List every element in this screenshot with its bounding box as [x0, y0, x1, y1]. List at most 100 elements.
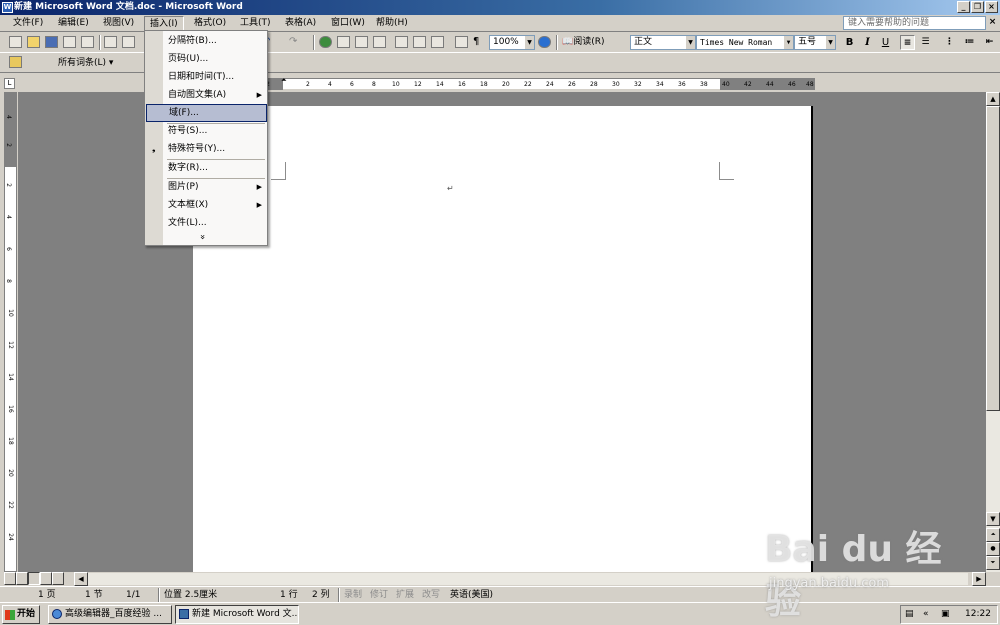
zoom-value: 100%	[493, 37, 519, 47]
status-overtype[interactable]: 改写	[422, 589, 440, 601]
ruler-mark: 22	[6, 501, 14, 509]
ruler-mark: 14	[6, 373, 14, 381]
print-icon[interactable]	[104, 36, 117, 48]
close-button[interactable]: ×	[985, 1, 998, 13]
menu-item-text-box[interactable]: 文本框(X) ▶	[146, 196, 267, 214]
menu-item-page-numbers[interactable]: 页码(U)...	[146, 50, 267, 68]
word-icon	[179, 609, 189, 619]
align-justify-icon[interactable]: ≡	[900, 35, 915, 50]
horizontal-ruler[interactable]: ⏶ 2 2 4 6 8 10 12 14 16 18 20 22 24 26 2…	[195, 76, 815, 90]
format-painter-icon[interactable]: ¶	[473, 36, 486, 48]
open-folder-icon[interactable]	[27, 36, 40, 48]
normal-view-icon[interactable]	[4, 572, 16, 585]
vertical-ruler[interactable]: 4 2 2 4 6 8 10 12 14 16 18 20 22 24	[4, 92, 17, 572]
insert-excel-icon[interactable]	[373, 36, 386, 48]
task-browser[interactable]: 高级编辑器_百度经验 ...	[48, 605, 172, 624]
task-word[interactable]: 新建 Microsoft Word 文...	[175, 605, 299, 624]
permission-icon[interactable]	[63, 36, 76, 48]
menu-item-special-symbol[interactable]: ❟ 特殊符号(Y)...	[146, 140, 267, 158]
ruler-mark: 2	[306, 81, 310, 88]
menu-item-break[interactable]: 分隔符(B)...	[146, 32, 267, 50]
decrease-indent-icon[interactable]: ⇤	[982, 35, 997, 50]
print-preview-icon[interactable]	[122, 36, 135, 48]
browse-object-icon[interactable]: ●	[986, 542, 1000, 556]
restore-button[interactable]: ❐	[971, 1, 984, 13]
menu-item-autotext[interactable]: 自动图文集(A) ▶	[146, 86, 267, 104]
ruler-mark: 18	[6, 437, 14, 445]
outline-view-icon[interactable]	[40, 572, 52, 585]
status-extend[interactable]: 扩展	[396, 589, 414, 601]
task-label: 新建 Microsoft Word 文...	[192, 609, 299, 619]
help-search-input[interactable]: 键入需要帮助的问题	[843, 16, 986, 30]
font-size-select[interactable]: 五号 ▼	[794, 35, 836, 50]
status-track-changes[interactable]: 修订	[370, 589, 388, 601]
email-icon[interactable]	[81, 36, 94, 48]
ruler-mark: 12	[6, 341, 14, 349]
minimize-button[interactable]: _	[957, 1, 970, 13]
scroll-down-icon[interactable]: ▼	[986, 512, 1000, 526]
italic-button[interactable]: I	[860, 35, 875, 50]
all-entries-button[interactable]: 所有词条(L) ▾	[58, 56, 113, 70]
help-icon[interactable]	[538, 36, 551, 48]
first-line-indent-icon[interactable]: ⏶	[281, 76, 287, 85]
menu-view[interactable]: 视图(V)	[98, 16, 139, 31]
menu-tools[interactable]: 工具(T)	[235, 16, 276, 31]
menu-item-symbol[interactable]: 符号(S)...	[146, 122, 267, 140]
start-button[interactable]: 开始	[2, 605, 40, 624]
tab-selector-icon[interactable]: L	[4, 78, 15, 89]
status-record[interactable]: 录制	[344, 589, 362, 601]
menu-item-number[interactable]: 数字(R)...	[146, 159, 267, 177]
menu-insert[interactable]: 插入(I)	[144, 16, 184, 31]
style-select[interactable]: 正文 ▼	[630, 35, 696, 50]
columns-icon[interactable]	[395, 36, 408, 48]
bullet-list-icon[interactable]: ≔	[962, 35, 977, 50]
bold-button[interactable]: B	[842, 35, 857, 50]
hyperlink-icon[interactable]	[319, 36, 332, 48]
title-bar[interactable]: W 新建 Microsoft Word 文档.doc - Microsoft W…	[0, 0, 1000, 15]
scroll-up-icon[interactable]: ▲	[986, 92, 1000, 106]
insert-table-icon[interactable]	[355, 36, 368, 48]
underline-button[interactable]: U	[878, 35, 893, 50]
redo-icon[interactable]: ↷	[289, 36, 302, 48]
baidu-logo: Bai du 经验	[765, 529, 942, 622]
web-view-icon[interactable]	[16, 572, 28, 585]
show-hide-icon[interactable]	[455, 36, 468, 48]
status-section: 1 节	[85, 590, 103, 600]
read-mode-button[interactable]: 📖阅读(R)	[562, 36, 605, 49]
clock[interactable]: 12:22	[965, 606, 991, 623]
menu-item-field[interactable]: 域(F)...	[146, 104, 267, 122]
submenu-arrow-icon: ▶	[256, 183, 262, 191]
align-center-icon[interactable]: ☰	[918, 35, 933, 50]
menu-item-date-time[interactable]: 日期和时间(T)...	[146, 68, 267, 86]
browser-icon	[52, 609, 62, 619]
scroll-right-icon[interactable]: ▶	[972, 572, 986, 586]
menu-item-picture[interactable]: 图片(P) ▶	[146, 178, 267, 196]
document-page[interactable]: ↵	[193, 106, 813, 572]
expand-menu-icon[interactable]: »	[197, 234, 207, 240]
word-icon: W	[2, 2, 13, 13]
previous-page-icon[interactable]: ⏶	[986, 528, 1000, 542]
tables-borders-icon[interactable]	[337, 36, 350, 48]
drawing-icon[interactable]	[413, 36, 426, 48]
scroll-thumb[interactable]	[986, 106, 1000, 411]
document-close-icon[interactable]: ×	[987, 17, 998, 28]
autotext-icon[interactable]	[9, 56, 22, 68]
reading-view-icon[interactable]	[52, 572, 64, 585]
menu-edit[interactable]: 编辑(E)	[53, 16, 94, 31]
menu-table[interactable]: 表格(A)	[280, 16, 321, 31]
font-select[interactable]: Times New Roman ▼	[696, 35, 794, 50]
menu-format[interactable]: 格式(O)	[189, 16, 231, 31]
zoom-select[interactable]: 100% ▼	[489, 35, 535, 50]
scroll-left-icon[interactable]: ◀	[74, 572, 88, 586]
vertical-scrollbar[interactable]: ▲ ▼ ⏶ ● ⏷	[986, 92, 1000, 572]
numbered-list-icon[interactable]: ⋮	[942, 35, 957, 50]
save-icon[interactable]	[45, 36, 58, 48]
new-document-icon[interactable]	[9, 36, 22, 48]
menu-file[interactable]: 文件(F)	[8, 16, 48, 31]
menu-window[interactable]: 窗口(W)	[326, 16, 370, 31]
print-layout-icon[interactable]	[28, 572, 40, 585]
document-map-icon[interactable]	[431, 36, 444, 48]
next-page-icon[interactable]: ⏷	[986, 556, 1000, 570]
menu-help[interactable]: 帮助(H)	[371, 16, 413, 31]
menu-item-file[interactable]: 文件(L)...	[146, 214, 267, 232]
